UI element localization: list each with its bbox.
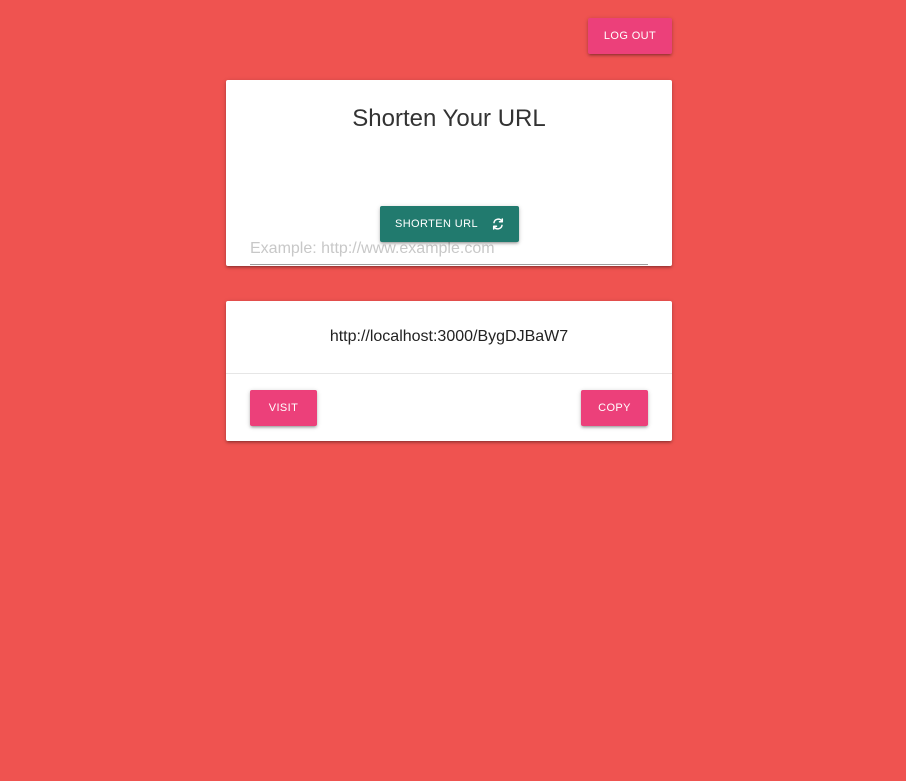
logout-button[interactable]: LOG OUT [588, 18, 672, 54]
refresh-icon [492, 218, 504, 230]
card-title: Shorten Your URL [352, 105, 546, 132]
result-card: http://localhost:3000/BygDJBaW7 VISIT CO… [226, 301, 672, 441]
short-url-text: http://localhost:3000/BygDJBaW7 [329, 328, 569, 345]
shorten-url-button[interactable]: SHORTEN URL [380, 206, 519, 242]
shorten-url-button-label: SHORTEN URL [394, 218, 479, 230]
copy-button[interactable]: COPY [581, 390, 648, 426]
card-divider [226, 373, 672, 374]
shorten-card: Shorten Your URL SHORTEN URL [226, 80, 672, 266]
visit-button[interactable]: VISIT [250, 390, 317, 426]
